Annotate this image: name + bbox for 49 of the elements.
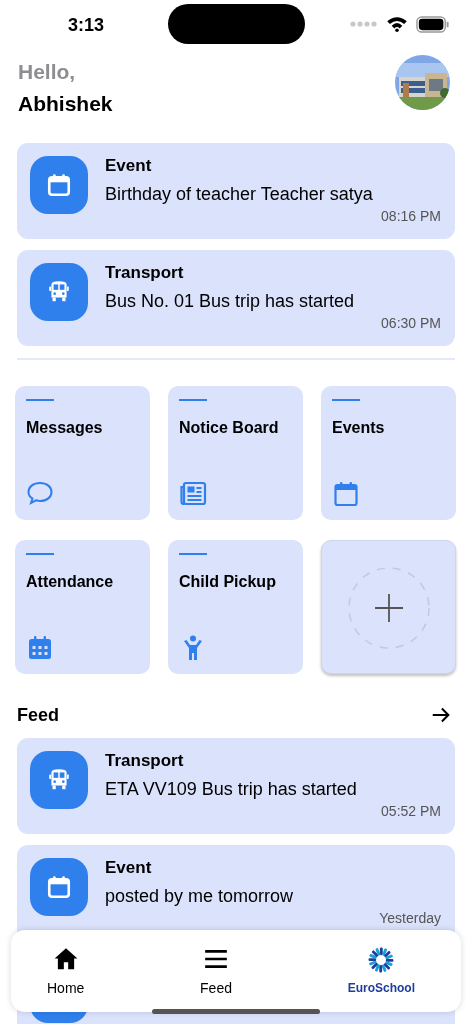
card-message: Birthday of teacher Teacher satya [105, 184, 374, 205]
starburst-icon [368, 947, 395, 973]
accent-line [26, 399, 54, 401]
battery-icon [416, 15, 450, 33]
tile-label: Events [332, 419, 386, 437]
notification-card[interactable]: Transport ETA VV109 Bus trip has started 05:52 PM [17, 738, 455, 834]
chat-icon [26, 480, 54, 508]
newspaper-icon [179, 480, 207, 508]
accent-line [179, 553, 207, 555]
greeting-text: Hello, [18, 60, 77, 84]
card-time: 06:30 PM [381, 315, 441, 331]
calendar-icon [46, 172, 72, 198]
add-tile[interactable] [321, 540, 456, 674]
menu-tile[interactable]: Messages [15, 386, 150, 520]
logo-button[interactable]: EuroSchool [341, 943, 421, 999]
wifi-icon [386, 16, 408, 32]
calendar-icon [46, 874, 72, 900]
card-time: 05:52 PM [381, 803, 441, 819]
card-message: posted by me tomorrow [105, 886, 295, 907]
tile-label: Attendance [26, 573, 115, 591]
menu-tile[interactable]: Attendance [15, 540, 150, 674]
tile-label: Notice Board [179, 419, 280, 437]
calendar-grid-icon [26, 634, 54, 662]
card-message: ETA VV109 Bus trip has started [105, 779, 358, 800]
menu-tile[interactable]: Notice Board [168, 386, 303, 520]
card-time: 08:16 PM [381, 208, 441, 224]
calendar-icon [332, 480, 360, 508]
accent-line [179, 399, 207, 401]
accent-line [26, 553, 54, 555]
nav-tab[interactable]: Home [41, 942, 91, 1000]
accent-line [332, 399, 360, 401]
user-name: Abhishek [18, 92, 113, 116]
notification-card[interactable]: Transport Bus No. 01 Bus trip has started 06:30 PM [17, 250, 455, 346]
card-title: Event [105, 858, 153, 878]
tile-label: Messages [26, 419, 104, 437]
card-time: Yesterday [379, 910, 441, 926]
menu-tile[interactable]: Child Pickup [168, 540, 303, 674]
card-title: Event [105, 156, 153, 176]
signal-icon [350, 20, 378, 28]
add-icon [347, 565, 431, 650]
menu-tile[interactable]: Events [321, 386, 456, 520]
card-title: Transport [105, 263, 185, 283]
card-message: Bus No. 01 Bus trip has started [105, 291, 356, 312]
section-title: Feed [17, 704, 59, 726]
notification-card[interactable]: Event Birthday of teacher Teacher satya 08:16 PM [17, 143, 455, 239]
nav-tab[interactable]: Feed [194, 942, 238, 1000]
card-title: Transport [105, 751, 185, 771]
status-time: 3:13 [68, 14, 106, 36]
tile-label: Child Pickup [179, 573, 277, 591]
